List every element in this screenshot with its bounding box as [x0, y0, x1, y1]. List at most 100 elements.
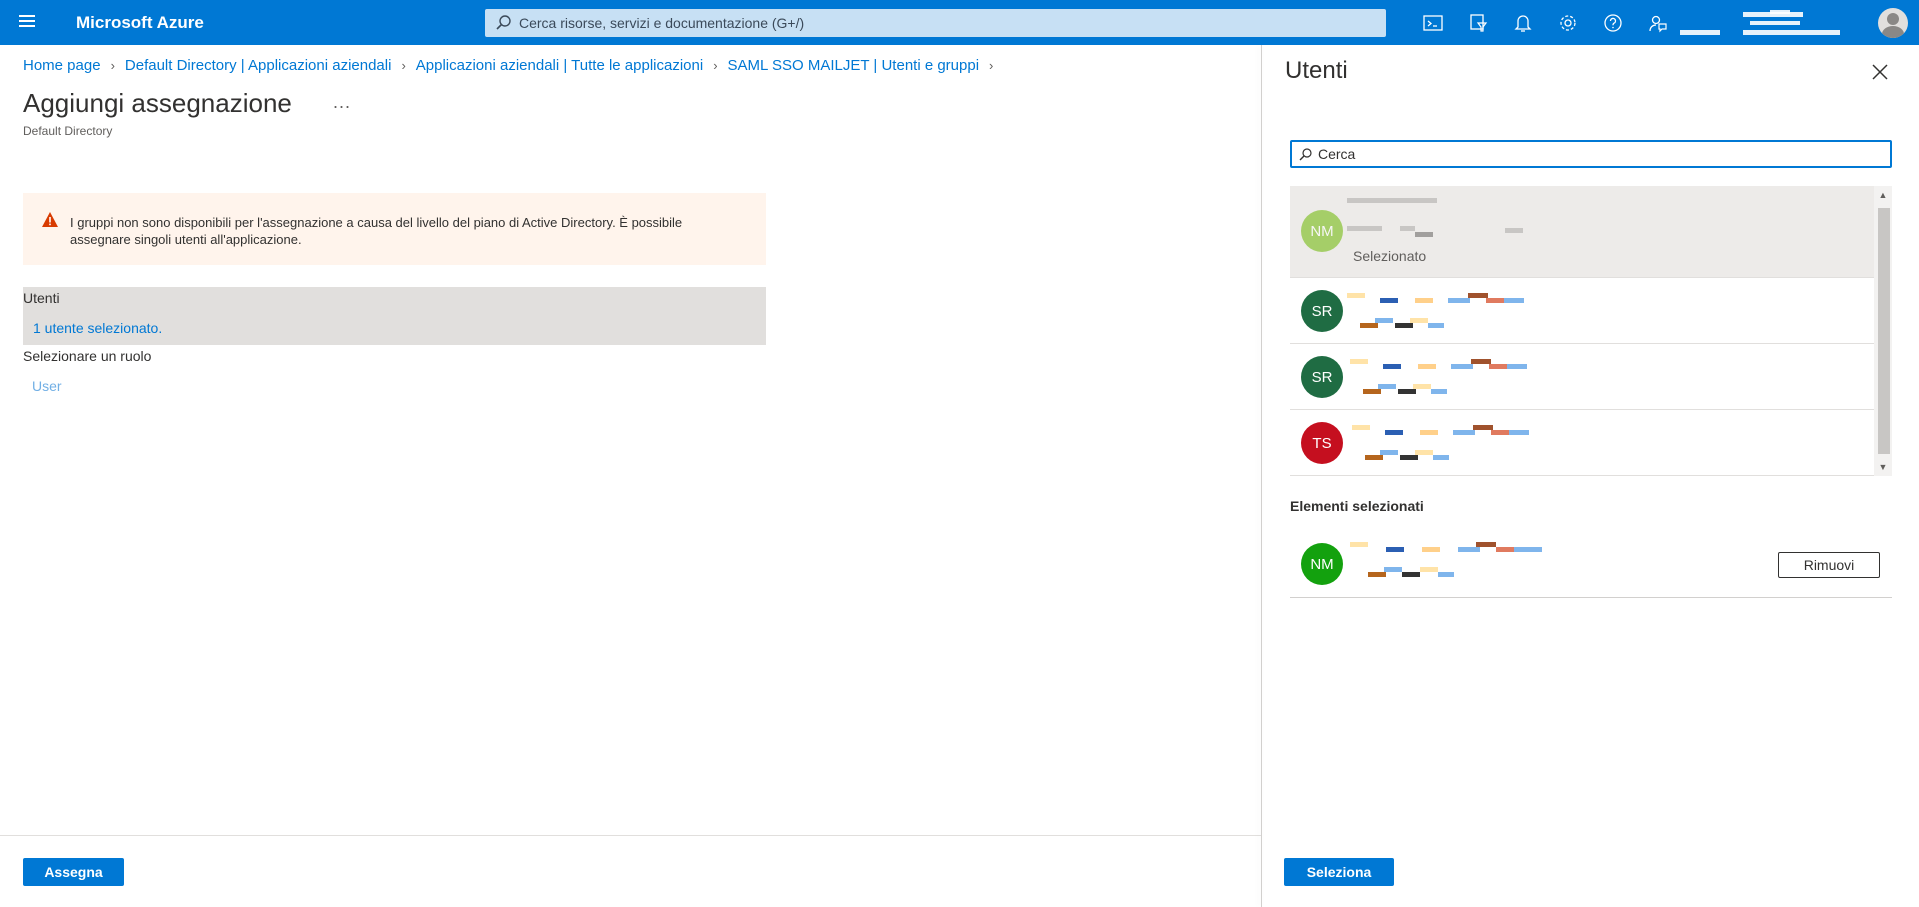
- warning-banner: I gruppi non sono disponibili per l'asse…: [23, 193, 766, 265]
- redacted-name: [1415, 298, 1433, 303]
- scroll-up-icon[interactable]: ▲: [1878, 190, 1888, 200]
- redacted-name: [1476, 542, 1496, 547]
- selected-items-heading: Elementi selezionati: [1290, 498, 1424, 514]
- top-bar: Microsoft Azure: [0, 0, 1919, 45]
- role-value-link[interactable]: User: [32, 378, 62, 394]
- scrollbar-thumb[interactable]: [1878, 208, 1890, 454]
- breadcrumb: Home page › Default Directory | Applicaz…: [23, 57, 1003, 74]
- user-row[interactable]: SR: [1290, 344, 1874, 410]
- redacted-email: [1431, 389, 1447, 394]
- global-search-input[interactable]: [519, 9, 1379, 37]
- selected-item-row: NM Rimuovi: [1290, 528, 1892, 598]
- breadcrumb-home[interactable]: Home page: [23, 57, 101, 74]
- global-search[interactable]: [485, 9, 1386, 37]
- redacted-name: [1420, 430, 1438, 435]
- redacted-email: [1413, 384, 1431, 389]
- select-button[interactable]: Seleziona: [1284, 858, 1394, 886]
- panel-title: Utenti: [1285, 57, 1348, 84]
- redacted-name: [1386, 547, 1404, 552]
- redacted-name: [1491, 430, 1509, 435]
- redacted-email: [1410, 318, 1428, 323]
- assign-button[interactable]: Assegna: [23, 858, 124, 886]
- users-selected-link[interactable]: 1 utente selezionato.: [33, 320, 162, 336]
- top-icons: [1410, 0, 1680, 45]
- redacted-email: [1433, 455, 1449, 460]
- redacted-name: [1350, 359, 1368, 364]
- redacted-name: [1352, 425, 1370, 430]
- search-icon: [496, 15, 511, 30]
- redacted-email: [1395, 323, 1413, 328]
- redacted-name: [1448, 298, 1470, 303]
- role-label: Selezionare un ruolo: [23, 348, 152, 364]
- user-avatar-initials: SR: [1301, 356, 1343, 398]
- redacted-email: [1438, 572, 1454, 577]
- remove-button[interactable]: Rimuovi: [1778, 552, 1880, 578]
- user-avatar-initials: SR: [1301, 290, 1343, 332]
- user-avatar-initials: NM: [1301, 543, 1343, 585]
- user-avatar-initials: TS: [1301, 422, 1343, 464]
- close-icon[interactable]: [1870, 62, 1890, 82]
- chevron-right-icon: ›: [989, 58, 994, 73]
- brand-title[interactable]: Microsoft Azure: [76, 13, 204, 33]
- redacted-email: [1363, 389, 1381, 394]
- users-section[interactable]: Utenti 1 utente selezionato.: [23, 287, 766, 345]
- redacted-name: [1468, 293, 1488, 298]
- redacted-name: [1453, 430, 1475, 435]
- redacted-email: [1398, 389, 1416, 394]
- panel-divider: [1261, 45, 1262, 907]
- more-options-button[interactable]: ...: [333, 92, 351, 113]
- search-icon: [1299, 148, 1312, 161]
- user-avatar-initials: NM: [1301, 210, 1343, 252]
- redacted-email: [1384, 567, 1402, 572]
- user-list: NM Selezionato SR SR TS: [1290, 186, 1874, 476]
- warning-icon: [42, 212, 58, 227]
- redacted-name: [1383, 364, 1401, 369]
- redacted-name: [1504, 298, 1524, 303]
- warning-text: I gruppi non sono disponibili per l'asse…: [70, 215, 683, 247]
- redacted-name: [1350, 542, 1368, 547]
- cloud-shell-icon[interactable]: [1410, 0, 1455, 45]
- user-search-input[interactable]: [1318, 142, 1878, 166]
- redacted-email: [1402, 572, 1420, 577]
- chevron-right-icon: ›: [401, 58, 406, 73]
- redacted-name: [1347, 293, 1365, 298]
- selected-tag: Selezionato: [1353, 248, 1427, 264]
- redacted-email: [1415, 450, 1433, 455]
- redacted-name: [1347, 198, 1437, 203]
- notifications-icon[interactable]: [1500, 0, 1545, 45]
- account-info[interactable]: [1680, 9, 1840, 37]
- chevron-right-icon: ›: [110, 58, 115, 73]
- scroll-down-icon[interactable]: ▼: [1878, 462, 1888, 472]
- chevron-right-icon: ›: [713, 58, 718, 73]
- user-row[interactable]: NM Selezionato: [1290, 186, 1874, 278]
- help-icon[interactable]: [1590, 0, 1635, 45]
- redacted-email: [1378, 384, 1396, 389]
- redacted-name: [1514, 547, 1542, 552]
- user-list-scrollbar[interactable]: ▲ ▼: [1874, 186, 1892, 476]
- portal-menu-icon[interactable]: [16, 12, 38, 34]
- redacted-name: [1471, 359, 1491, 364]
- redacted-email: [1415, 232, 1433, 237]
- redacted-email: [1360, 323, 1378, 328]
- breadcrumb-all-apps[interactable]: Applicazioni aziendali | Tutte le applic…: [416, 57, 703, 74]
- redacted-name: [1385, 430, 1403, 435]
- redacted-name: [1509, 430, 1529, 435]
- redacted-name: [1507, 364, 1527, 369]
- footer-divider: [0, 835, 1261, 836]
- directory-filter-icon[interactable]: [1455, 0, 1500, 45]
- redacted-email: [1380, 450, 1398, 455]
- redacted-email: [1347, 226, 1382, 231]
- user-search[interactable]: [1290, 140, 1892, 168]
- feedback-icon[interactable]: [1635, 0, 1680, 45]
- redacted-name: [1422, 547, 1440, 552]
- user-avatar[interactable]: [1878, 8, 1908, 38]
- redacted-email: [1505, 228, 1523, 233]
- breadcrumb-enterprise-apps[interactable]: Default Directory | Applicazioni azienda…: [125, 57, 392, 74]
- breadcrumb-users-groups[interactable]: SAML SSO MAILJET | Utenti e gruppi: [728, 57, 980, 74]
- redacted-name: [1451, 364, 1473, 369]
- redacted-email: [1420, 567, 1438, 572]
- settings-icon[interactable]: [1545, 0, 1590, 45]
- redacted-email: [1365, 455, 1383, 460]
- user-row[interactable]: SR: [1290, 278, 1874, 344]
- user-row[interactable]: TS: [1290, 410, 1874, 476]
